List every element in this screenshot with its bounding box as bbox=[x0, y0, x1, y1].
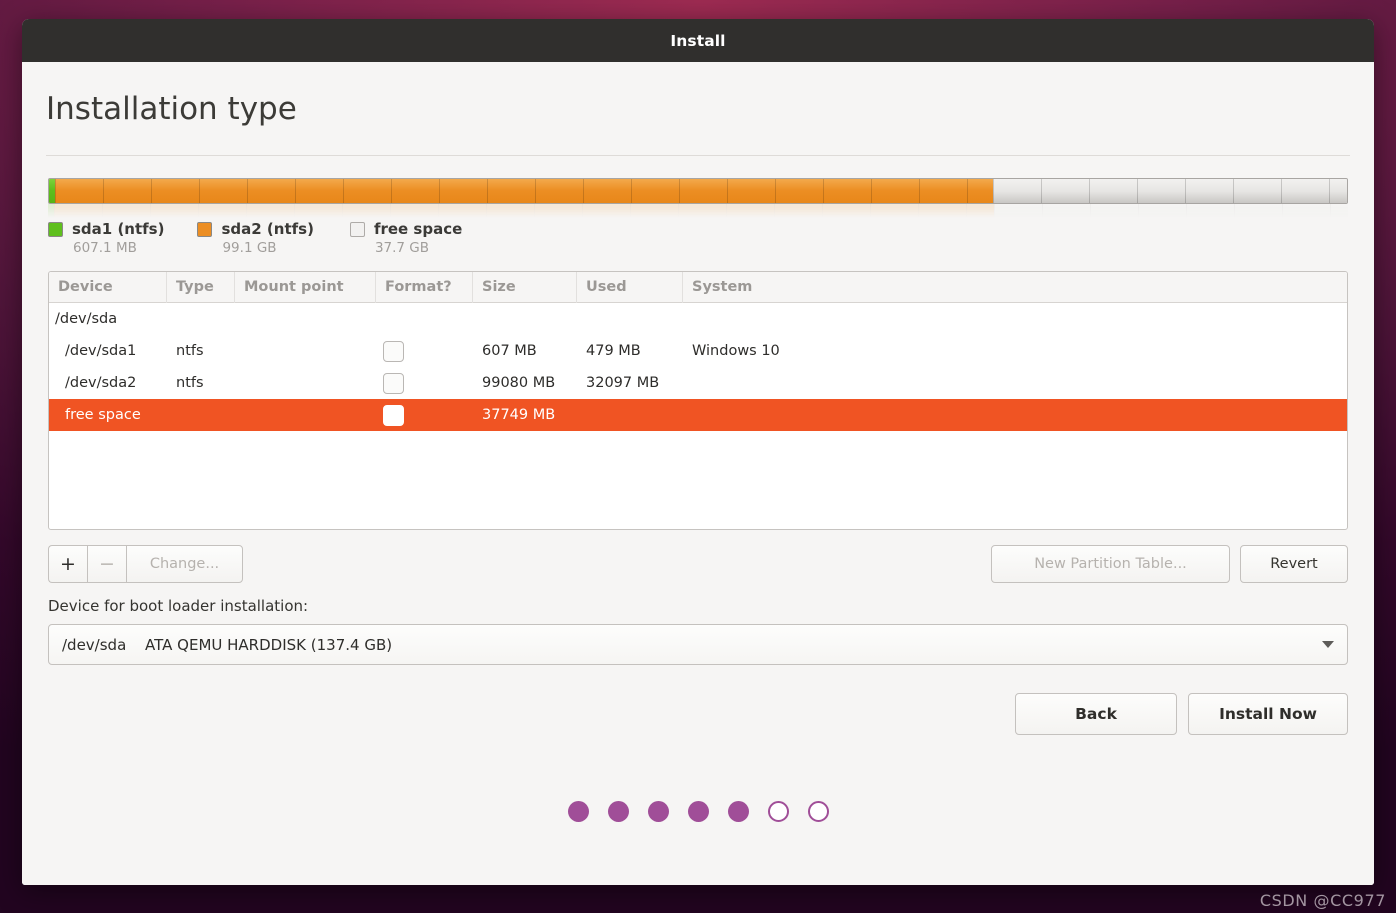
table-row[interactable]: /dev/sda2 ntfs 99080 MB 32097 MB bbox=[49, 367, 1347, 399]
legend-size: 99.1 GB bbox=[222, 240, 277, 257]
progress-dot bbox=[687, 801, 709, 823]
cell-used: 32097 MB bbox=[586, 375, 660, 392]
boot-loader-label: Device for boot loader installation: bbox=[48, 597, 309, 616]
main-body: sda1 (ntfs) 607.1 MB sda2 (ntfs) 99.1 GB… bbox=[22, 156, 1374, 885]
column-header-device[interactable]: Device bbox=[49, 272, 167, 303]
cell-system: Windows 10 bbox=[692, 343, 780, 360]
table-row[interactable]: /dev/sda1 ntfs 607 MB 479 MB Windows 10 bbox=[49, 335, 1347, 367]
cell-system bbox=[683, 367, 1347, 399]
progress-dot bbox=[767, 801, 789, 823]
column-header-mount-point[interactable]: Mount point bbox=[235, 272, 376, 303]
cell-mount-point bbox=[235, 367, 376, 399]
cell-size: 607 MB bbox=[482, 343, 537, 360]
revert-button[interactable]: Revert bbox=[1240, 545, 1348, 584]
cell-mount-point bbox=[235, 335, 376, 367]
legend-label: free space bbox=[373, 220, 463, 239]
cell-mount-point bbox=[235, 303, 376, 335]
cell-system bbox=[683, 303, 1347, 335]
partition-bar[interactable] bbox=[48, 178, 1348, 205]
watermark: CSDN @CC977 bbox=[1259, 891, 1386, 910]
back-button[interactable]: Back bbox=[1015, 693, 1177, 736]
partition-bar-reflection bbox=[48, 204, 1348, 219]
install-window: Install Installation type sda1 (ntfs) 60… bbox=[22, 19, 1374, 885]
format-checkbox[interactable] bbox=[383, 404, 404, 426]
progress-dot bbox=[727, 801, 749, 823]
cell-format bbox=[376, 335, 473, 367]
partition-table: Device Type Mount point Format? Size Use… bbox=[48, 271, 1348, 531]
partition-legend: sda1 (ntfs) 607.1 MB sda2 (ntfs) 99.1 GB… bbox=[48, 220, 1348, 256]
cell-device: free space bbox=[65, 407, 141, 424]
legend-swatch-orange bbox=[197, 221, 213, 237]
progress-dots bbox=[48, 801, 1348, 823]
chevron-down-icon[interactable] bbox=[1322, 641, 1334, 649]
new-partition-table-button[interactable]: New Partition Table... bbox=[991, 545, 1230, 584]
cell-device: /dev/sda1 bbox=[65, 343, 137, 360]
cell-mount-point bbox=[235, 399, 376, 431]
progress-dot bbox=[647, 801, 669, 823]
cell-type bbox=[167, 303, 235, 335]
cell-type bbox=[167, 399, 235, 431]
cell-used bbox=[577, 303, 683, 335]
window-title: Install bbox=[670, 31, 726, 50]
cell-format bbox=[376, 367, 473, 399]
column-header-type[interactable]: Type bbox=[167, 272, 235, 303]
cell-format bbox=[376, 399, 473, 431]
boot-loader-selected-value: /dev/sda ATA QEMU HARDDISK (137.4 GB) bbox=[62, 636, 392, 654]
partition-segment-sda2[interactable] bbox=[54, 179, 994, 204]
window-content: Installation type sda1 (ntfs) 607.1 MB s… bbox=[22, 62, 1374, 885]
progress-dot bbox=[807, 801, 829, 823]
legend-item-sda1: sda1 (ntfs) 607.1 MB bbox=[48, 220, 164, 256]
format-checkbox[interactable] bbox=[383, 372, 404, 394]
window-titlebar: Install bbox=[22, 19, 1374, 62]
format-checkbox[interactable] bbox=[383, 340, 404, 362]
progress-dot bbox=[607, 801, 629, 823]
install-now-button[interactable]: Install Now bbox=[1188, 693, 1348, 736]
cell-size: 37749 MB bbox=[482, 407, 556, 424]
cell-device: /dev/sda2 bbox=[65, 375, 137, 392]
partition-bar-container bbox=[48, 178, 1348, 219]
cell-device: /dev/sda bbox=[55, 311, 118, 328]
page-header: Installation type bbox=[22, 62, 1374, 157]
remove-partition-button[interactable]: − bbox=[87, 545, 126, 584]
partition-edit-buttons: + − Change... bbox=[48, 545, 243, 584]
cell-type: ntfs bbox=[176, 343, 204, 360]
column-header-system[interactable]: System bbox=[683, 272, 1347, 303]
partition-segment-free-space[interactable] bbox=[993, 179, 1347, 204]
column-header-format[interactable]: Format? bbox=[376, 272, 473, 303]
table-row[interactable]: free space 37749 MB bbox=[49, 399, 1347, 432]
column-header-used[interactable]: Used bbox=[577, 272, 683, 303]
add-partition-button[interactable]: + bbox=[48, 545, 87, 584]
legend-size: 607.1 MB bbox=[73, 240, 137, 257]
table-row[interactable]: /dev/sda bbox=[49, 303, 1347, 335]
table-action-buttons: New Partition Table... Revert bbox=[991, 545, 1348, 584]
legend-size: 37.7 GB bbox=[374, 240, 430, 257]
cell-size bbox=[473, 303, 577, 335]
change-partition-button[interactable]: Change... bbox=[126, 545, 243, 584]
legend-item-sda2: sda2 (ntfs) 99.1 GB bbox=[197, 220, 314, 257]
cell-format bbox=[376, 303, 473, 335]
legend-label: sda1 (ntfs) bbox=[72, 220, 165, 239]
boot-loader-device-select[interactable]: /dev/sda ATA QEMU HARDDISK (137.4 GB) bbox=[48, 624, 1348, 666]
legend-item-free-space: free space 37.7 GB bbox=[349, 220, 463, 257]
progress-dot bbox=[567, 801, 589, 823]
cell-system bbox=[683, 399, 1347, 431]
partition-toolbar: + − Change... New Partition Table... Rev… bbox=[48, 545, 1348, 584]
wizard-actions: Back Install Now bbox=[48, 693, 1348, 736]
legend-swatch-white bbox=[349, 221, 365, 237]
cell-used: 479 MB bbox=[586, 343, 641, 360]
cell-size: 99080 MB bbox=[482, 375, 556, 392]
table-header-row: Device Type Mount point Format? Size Use… bbox=[49, 272, 1347, 304]
boot-loader-device-description: ATA QEMU HARDDISK (137.4 GB) bbox=[145, 635, 393, 654]
cell-type: ntfs bbox=[176, 375, 204, 392]
legend-swatch-green bbox=[48, 221, 63, 237]
page-title: Installation type bbox=[46, 91, 297, 127]
boot-loader-device-path: /dev/sda bbox=[62, 635, 127, 654]
legend-label: sda2 (ntfs) bbox=[221, 220, 314, 239]
cell-used bbox=[577, 399, 683, 431]
column-header-size[interactable]: Size bbox=[473, 272, 577, 303]
